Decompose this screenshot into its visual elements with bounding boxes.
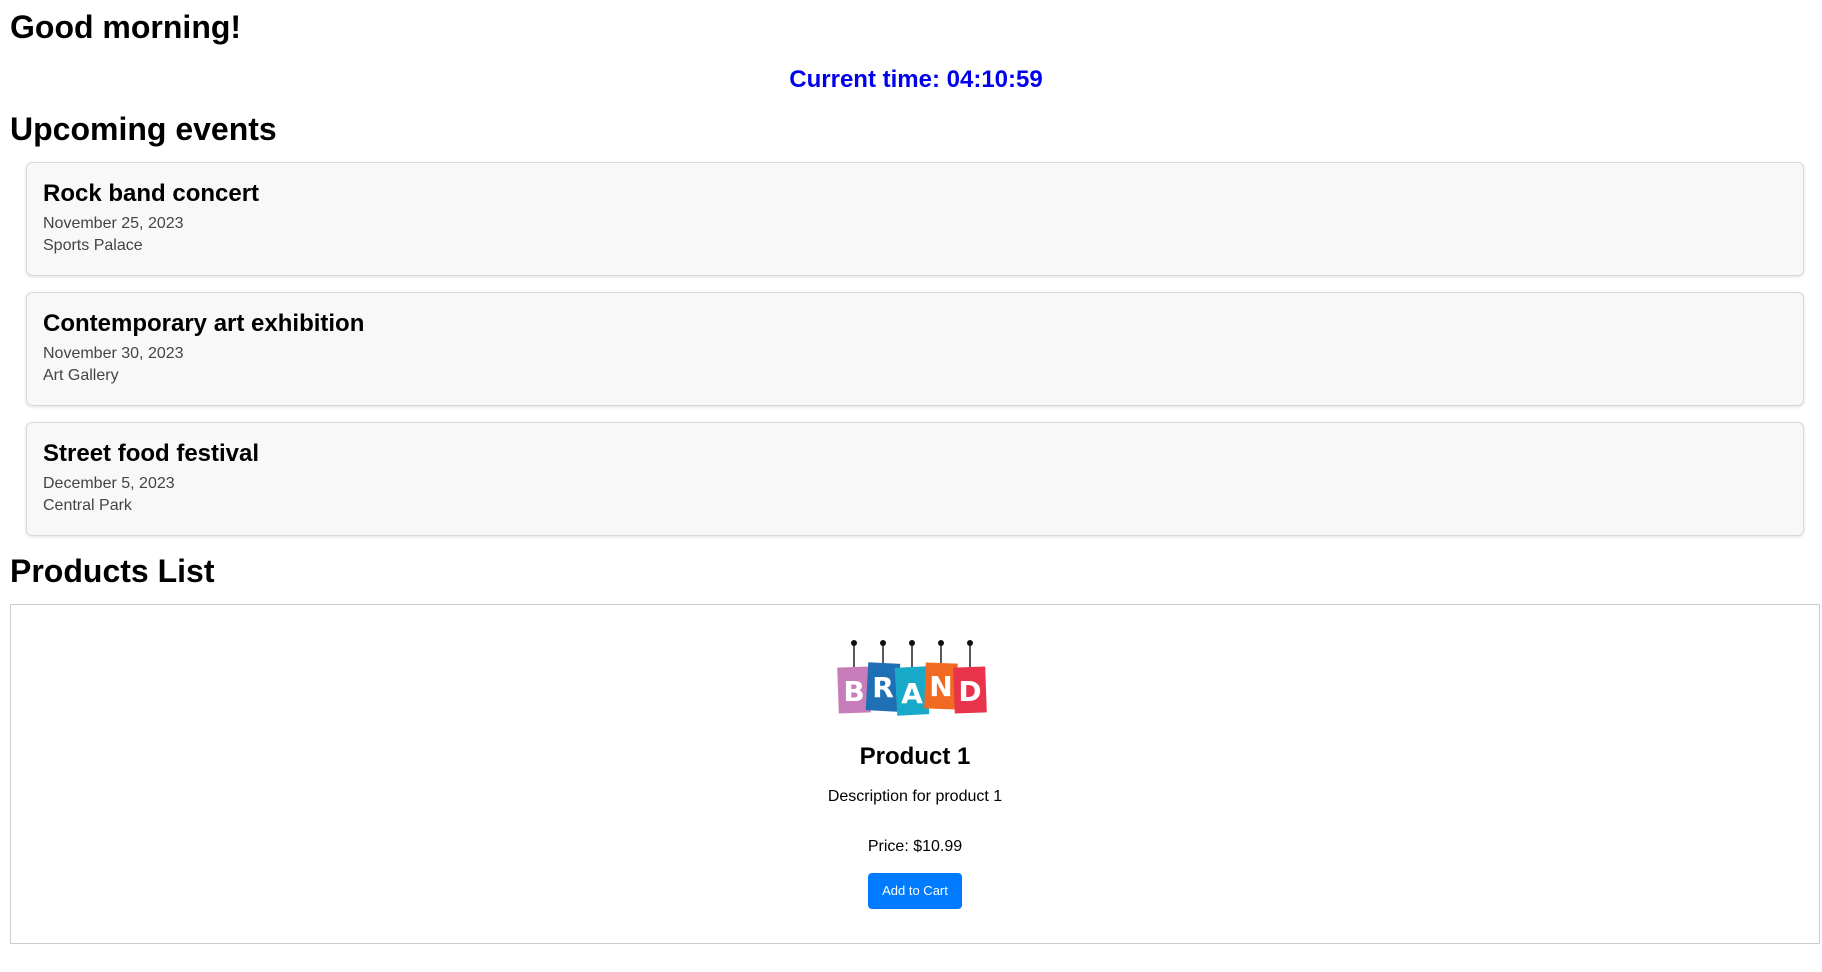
- brand-logo-icon: B R A N D: [837, 640, 987, 716]
- event-location: Sports Palace: [43, 237, 143, 254]
- product-price: Price: $10.99: [867, 838, 963, 855]
- event-date: November 30, 2023: [43, 345, 184, 362]
- brand-letter: B: [843, 675, 864, 708]
- event-card: Street food festival December 5, 2023 Ce…: [26, 422, 1804, 536]
- event-location: Central Park: [43, 497, 132, 514]
- event-date: December 5, 2023: [43, 475, 175, 492]
- brand-letter: A: [901, 677, 923, 710]
- events-heading: Upcoming events: [10, 111, 277, 147]
- event-card: Contemporary art exhibition November 30,…: [26, 292, 1804, 406]
- greeting-heading: Good morning!: [10, 9, 242, 45]
- event-card: Rock band concert November 25, 2023 Spor…: [26, 162, 1804, 276]
- brand-letter: R: [872, 671, 894, 704]
- brand-letter: N: [929, 670, 952, 703]
- product-card: B R A N D Product 1 Description for prod…: [10, 604, 1820, 944]
- event-title: Contemporary art exhibition: [43, 310, 365, 337]
- current-time: Current time: 04:10:59: [789, 66, 1043, 93]
- product-description: Description for product 1: [827, 788, 1003, 805]
- products-heading: Products List: [10, 553, 215, 589]
- product-name: Product 1: [859, 743, 971, 770]
- page: Good morning! Current time: 04:10:59 Upc…: [0, 0, 1822, 972]
- event-title: Rock band concert: [43, 180, 260, 207]
- add-to-cart-button[interactable]: Add to Cart: [868, 873, 962, 909]
- event-location: Art Gallery: [43, 367, 119, 384]
- brand-letter: D: [958, 675, 981, 708]
- event-date: November 25, 2023: [43, 215, 184, 232]
- event-title: Street food festival: [43, 440, 260, 467]
- events-list: Rock band concert November 25, 2023 Spor…: [26, 162, 1804, 536]
